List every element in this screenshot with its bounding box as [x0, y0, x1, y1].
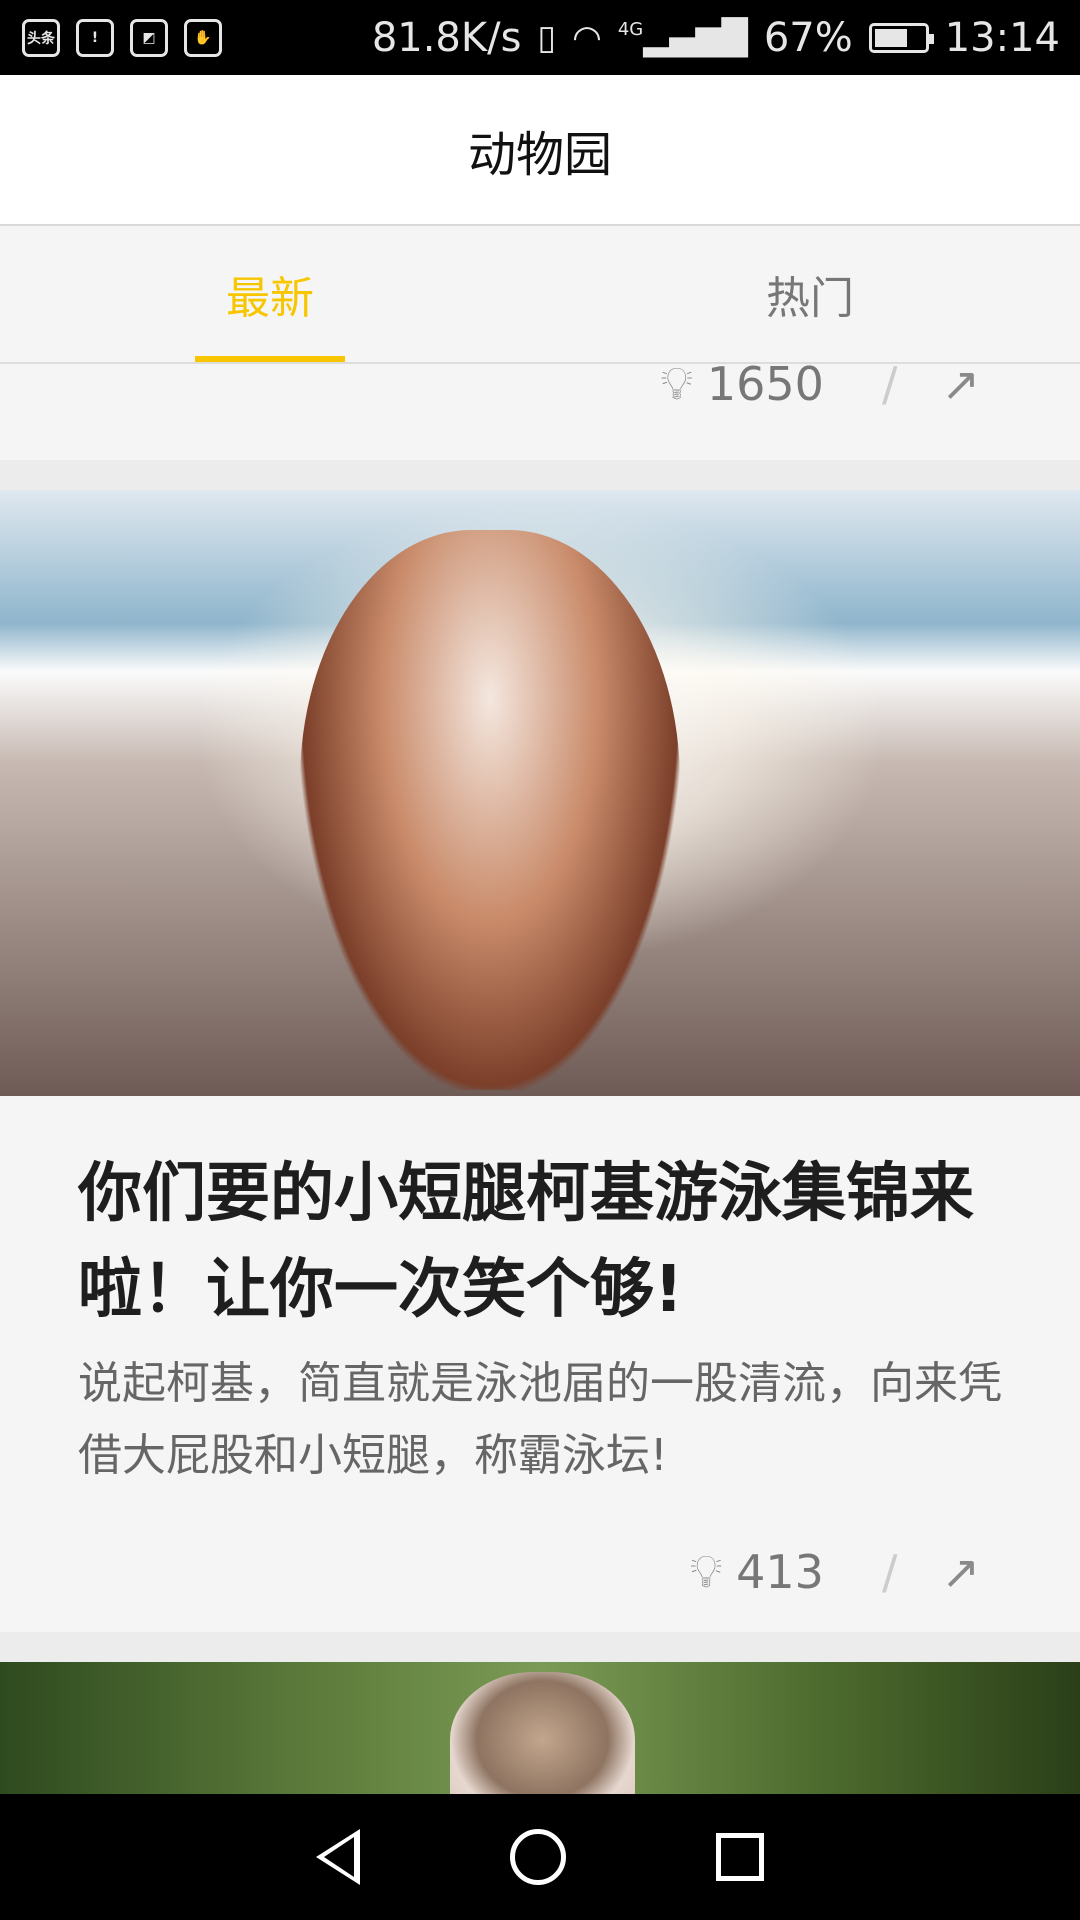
toutiao-icon: 头条	[22, 18, 60, 57]
next-article-image[interactable]	[0, 1662, 1080, 1794]
status-right: 81.8K/s ▯ ◠ 4G▂▄▆█ 67% 13:14	[372, 18, 1060, 58]
card-gap	[0, 1632, 1080, 1662]
hand-icon: ✋	[184, 18, 222, 57]
lightbulb-icon[interactable]: 💡︎	[690, 1544, 722, 1600]
page-title: 动物园	[467, 126, 612, 183]
battery-fill	[874, 28, 907, 47]
share-icon[interactable]: ↗	[941, 1545, 980, 1599]
divider: /	[881, 364, 898, 411]
like-count: 1650	[706, 364, 824, 411]
battery-icon	[868, 22, 934, 53]
home-icon[interactable]	[510, 1829, 566, 1885]
status-bar: 头条 ! ◩ ✋ 81.8K/s ▯ ◠ 4G▂▄▆█ 67% 13:14	[0, 0, 1080, 75]
image-icon: ◩	[130, 18, 168, 57]
article-title[interactable]: 你们要的小短腿柯基游泳集锦来啦！让你一次笑个够!	[78, 1146, 1002, 1338]
lightbulb-icon[interactable]: 💡︎	[661, 364, 693, 412]
vibrate-icon: ▯	[537, 17, 557, 58]
tab-bar: 最新 热门	[0, 226, 1080, 364]
article-meta: 💡︎ 413 / ↗	[0, 1492, 1080, 1632]
recents-icon[interactable]	[716, 1833, 764, 1881]
system-nav-bar	[0, 1794, 1080, 1920]
previous-card-meta: 💡︎ 1650 / ↗	[0, 364, 1080, 411]
network-type: 4G	[617, 18, 644, 40]
pug-illustration	[450, 1672, 635, 1794]
previous-card-tail: 💡︎ 1650 / ↗	[0, 364, 1080, 460]
card-gap	[0, 460, 1080, 490]
clock: 13:14	[944, 14, 1060, 61]
tab-latest[interactable]: 最新	[0, 226, 540, 362]
share-icon[interactable]: ↗	[941, 364, 980, 411]
tab-hot[interactable]: 热门	[540, 226, 1080, 362]
article-description: 说起柯基，简直就是泳池届的一股清流，向来凭借大屁股和小短腿，称霸泳坛!	[78, 1358, 1002, 1481]
status-left-icons: 头条 ! ◩ ✋	[22, 18, 222, 57]
feed-list[interactable]: 💡︎ 1650 / ↗ 你们要的小短腿柯基游泳集锦来啦！让你一次笑个够! 说起柯…	[0, 364, 1080, 1794]
dog-illustration	[300, 530, 680, 1090]
battery-percent: 67%	[763, 14, 853, 61]
wifi-icon: ◠	[572, 17, 602, 58]
article-image[interactable]	[0, 490, 1080, 1096]
app-screen: 头条 ! ◩ ✋ 81.8K/s ▯ ◠ 4G▂▄▆█ 67% 13:14 动物…	[0, 0, 1080, 1920]
article-body: 你们要的小短腿柯基游泳集锦来啦！让你一次笑个够! 说起柯基，简直就是泳池届的一股…	[0, 1096, 1080, 1492]
article-card[interactable]: 你们要的小短腿柯基游泳集锦来啦！让你一次笑个够! 说起柯基，简直就是泳池届的一股…	[0, 490, 1080, 1632]
battery-alert-icon: !	[76, 18, 114, 57]
signal-icon: 4G▂▄▆█	[617, 17, 748, 58]
app-header: 动物园	[0, 75, 1080, 226]
like-count: 413	[736, 1545, 824, 1599]
divider: /	[881, 1545, 898, 1599]
back-icon[interactable]	[316, 1829, 360, 1885]
network-speed: 81.8K/s	[371, 14, 522, 61]
